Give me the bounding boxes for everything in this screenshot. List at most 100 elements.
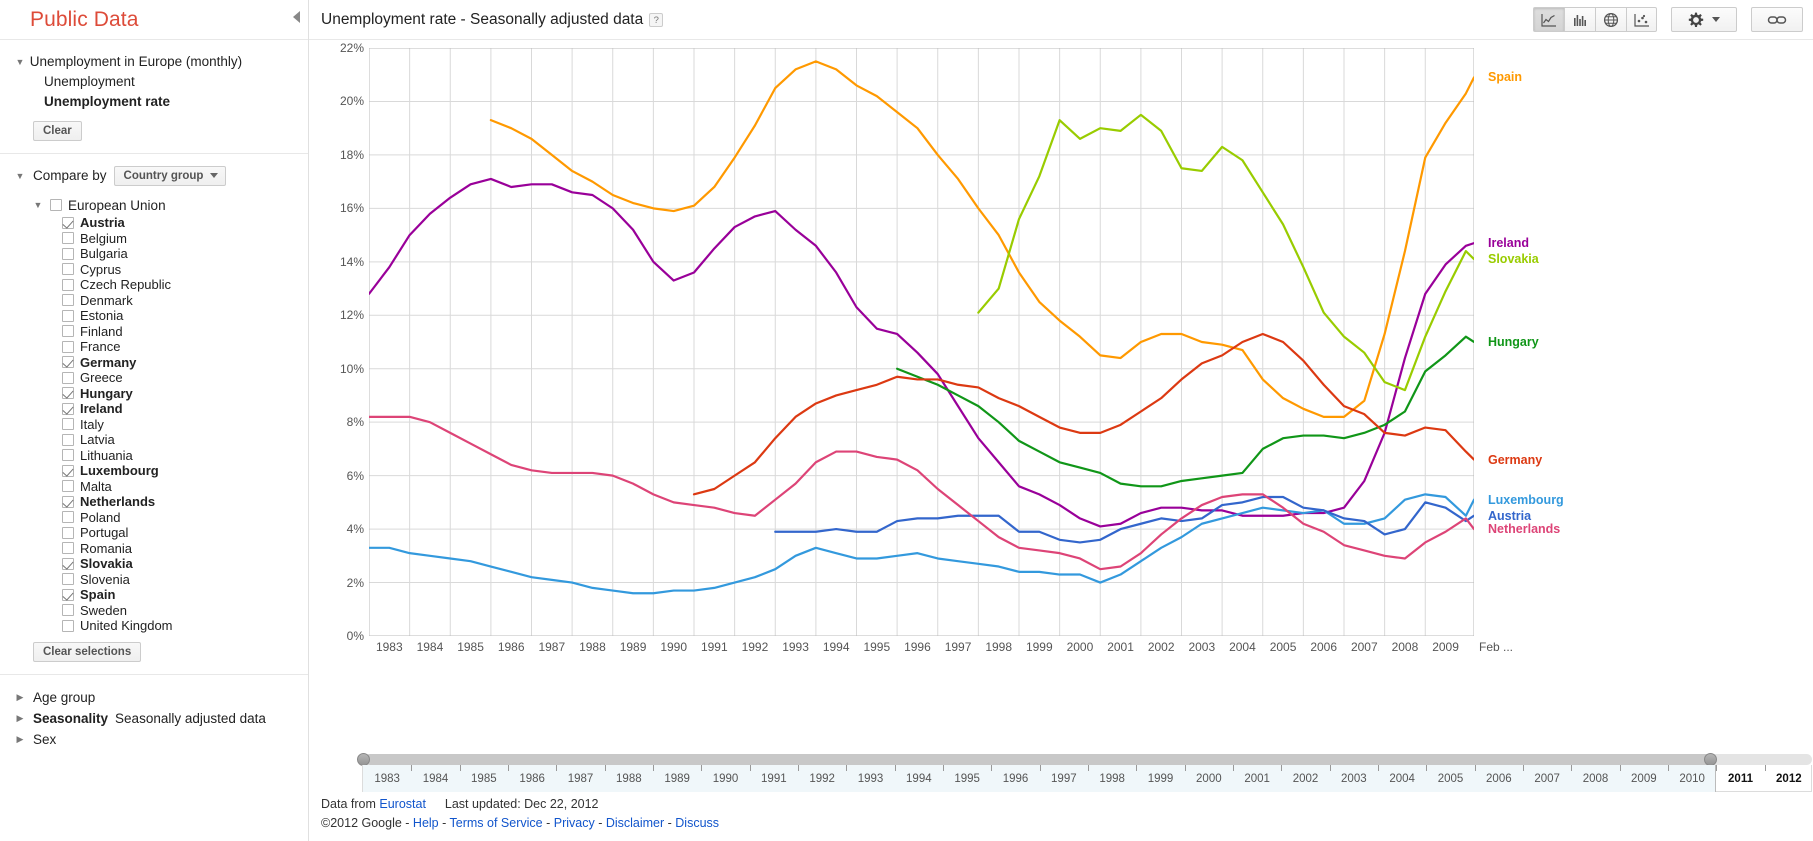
settings-button[interactable] <box>1671 7 1737 32</box>
checkbox-austria[interactable] <box>62 216 74 229</box>
timeline-year-label[interactable]: 2004 <box>1389 773 1415 785</box>
timeline-year-label[interactable]: 1996 <box>1003 773 1029 785</box>
group-european-union[interactable]: European Union <box>0 198 308 213</box>
chevron-right-icon[interactable] <box>14 687 26 708</box>
timeline-year-label[interactable]: 2007 <box>1534 773 1560 785</box>
checkbox-romania[interactable] <box>62 542 74 555</box>
chevron-right-icon[interactable] <box>14 708 26 729</box>
checkbox-ireland[interactable] <box>62 402 74 415</box>
metric-unemployment-rate[interactable]: Unemployment rate <box>0 92 308 112</box>
timeline-year-label[interactable]: 2001 <box>1244 773 1270 785</box>
timeline-year-label[interactable]: 1993 <box>858 773 884 785</box>
checkbox-finland[interactable] <box>62 325 74 338</box>
country-row[interactable]: Belgium <box>0 230 308 246</box>
country-row[interactable]: Slovakia <box>0 556 308 572</box>
series-line-germany[interactable] <box>694 334 1474 494</box>
timeline-year-label[interactable]: 2003 <box>1341 773 1367 785</box>
country-row[interactable]: Malta <box>0 478 308 494</box>
timeline-year-label[interactable]: 1992 <box>809 773 835 785</box>
chevron-down-icon[interactable] <box>14 171 26 181</box>
checkbox-netherlands[interactable] <box>62 495 74 508</box>
country-row[interactable]: Czech Republic <box>0 277 308 293</box>
slider-track[interactable] <box>357 753 1812 766</box>
country-row[interactable]: France <box>0 339 308 355</box>
time-range-slider[interactable]: 1983 1984 1985 1986 1987 1988 1989 1990 1991 1992… <box>357 753 1812 792</box>
series-label-hungary[interactable]: Hungary <box>1488 335 1539 349</box>
checkbox-portugal[interactable] <box>62 526 74 539</box>
line-chart-plot[interactable] <box>369 48 1474 636</box>
country-row[interactable]: Portugal <box>0 525 308 541</box>
discuss-link[interactable]: Discuss <box>675 816 719 830</box>
checkbox-malta[interactable] <box>62 480 74 493</box>
help-icon[interactable]: ? <box>649 12 664 27</box>
timeline-year-label[interactable]: 1984 <box>423 773 449 785</box>
country-row[interactable]: Spain <box>0 587 308 603</box>
timeline-year-label[interactable]: 2006 <box>1486 773 1512 785</box>
map-view-button[interactable] <box>1595 7 1626 32</box>
country-row[interactable]: Hungary <box>0 385 308 401</box>
privacy-link[interactable]: Privacy <box>554 816 595 830</box>
checkbox-spain[interactable] <box>62 588 74 601</box>
checkbox-germany[interactable] <box>62 356 74 369</box>
checkbox-france[interactable] <box>62 340 74 353</box>
country-row[interactable]: Slovenia <box>0 571 308 587</box>
timeline-year-label[interactable]: 2005 <box>1438 773 1464 785</box>
timeline-year-label[interactable]: 1998 <box>1099 773 1125 785</box>
country-row[interactable]: Ireland <box>0 401 308 417</box>
country-row[interactable]: Luxembourg <box>0 463 308 479</box>
series-line-netherlands[interactable] <box>369 417 1474 569</box>
line-chart-view-button[interactable] <box>1533 7 1564 32</box>
checkbox-latvia[interactable] <box>62 433 74 446</box>
series-label-spain[interactable]: Spain <box>1488 70 1522 84</box>
series-label-slovakia[interactable]: Slovakia <box>1488 252 1539 266</box>
country-group-dropdown[interactable]: Country group <box>113 165 227 186</box>
series-label-austria[interactable]: Austria <box>1488 509 1531 523</box>
help-link[interactable]: Help <box>413 816 439 830</box>
chevron-right-icon[interactable] <box>14 729 26 750</box>
timeline-year-label[interactable]: 2012 <box>1776 773 1802 785</box>
timeline-year-label[interactable]: 1994 <box>906 773 932 785</box>
country-row[interactable]: Greece <box>0 370 308 386</box>
timeline-year-label[interactable]: 1991 <box>761 773 787 785</box>
checkbox-estonia[interactable] <box>62 309 74 322</box>
checkbox-lithuania[interactable] <box>62 449 74 462</box>
timeline-year-label[interactable]: 2010 <box>1679 773 1705 785</box>
timeline-year-label[interactable]: 1990 <box>713 773 739 785</box>
timeline-ticks[interactable]: 1983 1984 1985 1986 1987 1988 1989 1990 1991 1992… <box>362 765 1812 792</box>
timeline-year-label[interactable]: 1989 <box>664 773 690 785</box>
scatter-view-button[interactable] <box>1626 7 1657 32</box>
timeline-year-label[interactable]: 2002 <box>1293 773 1319 785</box>
timeline-year-label[interactable]: 1985 <box>471 773 497 785</box>
country-row[interactable]: Finland <box>0 323 308 339</box>
country-row[interactable]: Austria <box>0 215 308 231</box>
checkbox-poland[interactable] <box>62 511 74 524</box>
timeline-year-label[interactable]: 2009 <box>1631 773 1657 785</box>
timeline-year-label[interactable]: 2000 <box>1196 773 1222 785</box>
timeline-year-label[interactable]: 1995 <box>954 773 980 785</box>
checkbox-greece[interactable] <box>62 371 74 384</box>
checkbox-belgium[interactable] <box>62 232 74 245</box>
country-row[interactable]: Lithuania <box>0 447 308 463</box>
facet-age-group[interactable]: Age group <box>0 687 308 708</box>
checkbox-czech-republic[interactable] <box>62 278 74 291</box>
country-row[interactable]: Poland <box>0 509 308 525</box>
checkbox-united-kingdom[interactable] <box>62 619 74 632</box>
country-row[interactable]: Netherlands <box>0 494 308 510</box>
timeline-year-label[interactable]: 2011 <box>1728 773 1753 785</box>
checkbox-sweden[interactable] <box>62 604 74 617</box>
facet-seasonality[interactable]: Seasonality Seasonally adjusted data <box>0 708 308 729</box>
timeline-year-label[interactable]: 1999 <box>1148 773 1174 785</box>
checkbox-slovakia[interactable] <box>62 557 74 570</box>
timeline-year-label[interactable]: 1983 <box>374 773 400 785</box>
checkbox-luxembourg[interactable] <box>62 464 74 477</box>
country-row[interactable]: Italy <box>0 416 308 432</box>
chevron-down-icon[interactable] <box>14 53 26 72</box>
bar-chart-view-button[interactable] <box>1564 7 1595 32</box>
country-row[interactable]: Latvia <box>0 432 308 448</box>
series-label-luxembourg[interactable]: Luxembourg <box>1488 493 1564 507</box>
country-row[interactable]: Romania <box>0 540 308 556</box>
checkbox-italy[interactable] <box>62 418 74 431</box>
checkbox-cyprus[interactable] <box>62 263 74 276</box>
country-row[interactable]: Sweden <box>0 602 308 618</box>
slider-selected-range[interactable] <box>365 754 1713 765</box>
